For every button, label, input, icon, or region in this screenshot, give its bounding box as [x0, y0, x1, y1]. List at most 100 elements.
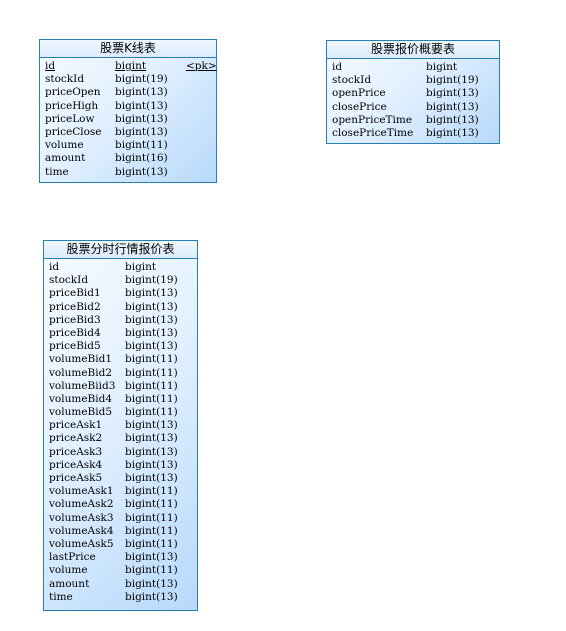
attribute-type: bigint(11)	[125, 392, 178, 405]
attribute-row: volume bigint(11)	[44, 564, 197, 577]
attribute-row: stockId bigint(19)	[327, 74, 499, 87]
attribute-name: time	[49, 590, 73, 603]
attribute-name: priceAsk2	[49, 432, 103, 445]
attribute-name: priceHigh	[45, 99, 99, 112]
attribute-name: volumeAsk5	[49, 537, 114, 550]
attribute-type: bigint(13)	[125, 458, 178, 471]
attribute-name: priceBid1	[49, 287, 101, 300]
attribute-name: id	[49, 261, 60, 273]
attribute-row: openPriceTime bigint(13)	[327, 114, 499, 127]
attribute-row: openPrice bigint(13)	[327, 87, 499, 100]
attribute-type: bigint(13)	[125, 419, 178, 432]
attribute-row: time bigint(13)	[44, 591, 197, 604]
attribute-row: priceBid2 bigint(13)	[44, 301, 197, 314]
attribute-row: priceClose bigint(13)	[40, 126, 216, 139]
attribute-row: time bigint(13)	[40, 166, 216, 179]
attribute-type: bigint(11)	[125, 537, 178, 550]
attribute-name: openPrice	[332, 87, 386, 100]
attribute-type: bigint(13)	[125, 432, 178, 445]
attribute-row: stockId bigint(19)	[44, 274, 197, 287]
attribute-name: stockId	[332, 74, 372, 87]
attribute-row: amount bigint(16)	[40, 152, 216, 165]
entity-title: 股票K线表	[40, 40, 216, 58]
attribute-name: volumeBid4	[49, 392, 113, 405]
attribute-type: bigint(11)	[125, 379, 178, 392]
attribute-row: volumeBiid3 bigint(11)	[44, 380, 197, 393]
entity-title: 股票分时行情报价表	[44, 241, 197, 259]
attribute-type: bigint(13)	[125, 551, 178, 564]
attribute-row: closePriceTime bigint(13)	[327, 127, 499, 140]
attribute-name: volumeAsk1	[49, 485, 114, 498]
attribute-type: bigint(13)	[426, 100, 479, 113]
attribute-type: bigint	[125, 261, 157, 273]
attribute-type: bigint	[115, 60, 147, 72]
entity-attribute-list: id bigint stockId bigint(19) priceBid1 bigint…	[44, 259, 197, 606]
attribute-name: priceBid4	[49, 326, 101, 339]
diagram-canvas: 股票K线表 id bigint <pk> stockId bigint(19) price…	[0, 0, 566, 631]
attribute-type: bigint(13)	[125, 340, 178, 353]
attribute-row: priceHigh bigint(13)	[40, 100, 216, 113]
attribute-name: stockId	[45, 73, 85, 86]
attribute-type: bigint(19)	[125, 274, 178, 287]
attribute-row: priceBid5 bigint(13)	[44, 340, 197, 353]
attribute-name: priceClose	[45, 125, 102, 138]
attribute-row: volumeBid4 bigint(11)	[44, 393, 197, 406]
attribute-type: bigint(13)	[125, 326, 178, 339]
attribute-name: volumeAsk4	[49, 524, 114, 537]
attribute-row: volumeAsk1 bigint(11)	[44, 485, 197, 498]
attribute-row: priceAsk5 bigint(13)	[44, 472, 197, 485]
attribute-name: priceBid5	[49, 340, 101, 353]
attribute-name: lastPrice	[49, 551, 96, 564]
attribute-name: id	[45, 60, 56, 72]
attribute-name: id	[332, 61, 343, 73]
attribute-name: priceBid3	[49, 313, 101, 326]
attribute-type: bigint(13)	[125, 300, 178, 313]
entity-attribute-list: id bigint <pk> stockId bigint(19) priceOpen bi…	[40, 58, 217, 181]
entity-quote-summary-table[interactable]: 股票报价概要表 id bigint stockId bigint(19) openPri…	[326, 40, 500, 144]
attribute-type: bigint(19)	[426, 74, 479, 87]
attribute-type: bigint(13)	[115, 125, 168, 138]
attribute-name: priceAsk5	[49, 472, 103, 484]
attribute-type: bigint(13)	[115, 86, 168, 99]
entity-kline-table[interactable]: 股票K线表 id bigint <pk> stockId bigint(19) price…	[39, 39, 217, 183]
attribute-type: bigint(11)	[125, 524, 178, 537]
attribute-type: bigint(16)	[115, 152, 168, 165]
attribute-row: priceBid1 bigint(13)	[44, 287, 197, 300]
attribute-row: closePrice bigint(13)	[327, 101, 499, 114]
attribute-type: bigint(13)	[125, 287, 178, 300]
attribute-name: volumeBid5	[49, 406, 113, 419]
attribute-type: bigint(13)	[125, 445, 178, 458]
entity-attribute-list: id bigint stockId bigint(19) openPrice bigint…	[327, 59, 499, 142]
attribute-type: bigint(11)	[125, 485, 178, 498]
attribute-row: amount bigint(13)	[44, 578, 197, 591]
attribute-type: bigint(11)	[125, 511, 178, 524]
attribute-row: lastPrice bigint(13)	[44, 551, 197, 564]
attribute-type: bigint(13)	[115, 165, 168, 178]
attribute-type: bigint(13)	[426, 126, 479, 139]
attribute-type: bigint(11)	[125, 564, 178, 577]
attribute-name: volumeBiid3	[49, 379, 116, 392]
attribute-row: priceAsk4 bigint(13)	[44, 459, 197, 472]
attribute-row: volumeBid1 bigint(11)	[44, 353, 197, 366]
attribute-name: amount	[49, 577, 90, 590]
entity-intraday-quote-table[interactable]: 股票分时行情报价表 id bigint stockId bigint(19) price…	[43, 240, 198, 611]
attribute-name: volume	[45, 139, 84, 152]
attribute-name: volumeBid2	[49, 366, 113, 379]
attribute-type: bigint(13)	[426, 87, 479, 100]
attribute-row: id bigint	[44, 261, 197, 274]
attribute-type: bigint(11)	[125, 498, 178, 511]
attribute-type: bigint(11)	[125, 366, 178, 379]
attribute-row: priceAsk1 bigint(13)	[44, 419, 197, 432]
attribute-name: volumeAsk3	[49, 511, 114, 524]
attribute-row: priceLow bigint(13)	[40, 113, 216, 126]
attribute-name: volume	[49, 564, 88, 577]
attribute-row: priceOpen bigint(13)	[40, 86, 216, 99]
attribute-type: bigint(11)	[125, 353, 178, 366]
attribute-type: bigint(13)	[125, 577, 178, 590]
attribute-row: volumeBid5 bigint(11)	[44, 406, 197, 419]
attribute-row: id bigint	[327, 61, 499, 74]
attribute-name: priceAsk4	[49, 458, 103, 471]
attribute-type: bigint(13)	[125, 590, 178, 603]
attribute-name: priceAsk1	[49, 419, 103, 432]
attribute-row: id bigint <pk>	[40, 60, 217, 73]
